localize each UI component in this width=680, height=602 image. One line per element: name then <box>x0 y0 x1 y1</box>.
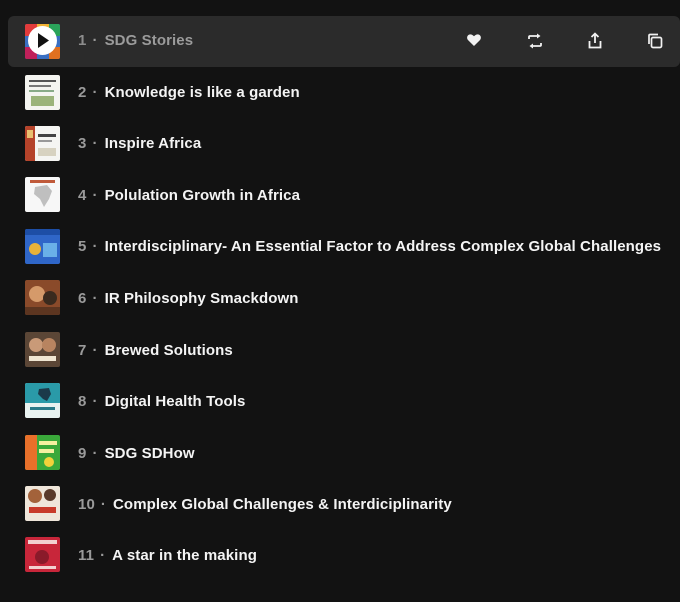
track-title-line[interactable]: 3 · Inspire Africa <box>78 135 201 152</box>
track-row[interactable]: 11 · A star in the making <box>8 529 680 580</box>
play-icon <box>38 33 49 48</box>
track-artwork[interactable] <box>25 126 60 161</box>
separator: · <box>92 393 98 410</box>
share-icon <box>588 32 602 49</box>
track-title-line[interactable]: 11 · A star in the making <box>78 547 257 564</box>
track-title[interactable]: Knowledge is like a garden <box>105 84 300 101</box>
track-title[interactable]: Digital Health Tools <box>105 393 246 410</box>
separator: · <box>92 187 98 204</box>
track-title-line[interactable]: 9 · SDG SDHow <box>78 445 195 462</box>
track-title[interactable]: A star in the making <box>112 547 257 564</box>
track-title[interactable]: Interdisciplinary- An Essential Factor t… <box>105 238 662 255</box>
track-number: 2 <box>78 84 87 101</box>
track-artwork[interactable] <box>25 75 60 110</box>
share-button[interactable] <box>586 32 604 50</box>
track-number: 1 <box>78 32 87 49</box>
track-row[interactable]: 10 · Complex Global Challenges & Interdici… <box>8 478 680 529</box>
repost-icon <box>528 33 542 49</box>
track-row[interactable]: 9 · SDG SDHow <box>8 427 680 478</box>
copy-icon <box>648 33 663 49</box>
track-artwork[interactable] <box>25 486 60 521</box>
track-title-line[interactable]: 2 · Knowledge is like a garden <box>78 84 300 101</box>
track-row[interactable]: 3 · Inspire Africa <box>8 118 680 169</box>
track-title[interactable]: Complex Global Challenges & Interdicipli… <box>113 496 452 513</box>
heart-icon <box>467 34 481 46</box>
track-artwork[interactable] <box>25 435 60 470</box>
track-title-line[interactable]: 6 · IR Philosophy Smackdown <box>78 290 299 307</box>
separator: · <box>92 342 98 359</box>
separator: · <box>92 32 98 49</box>
separator: · <box>100 496 106 513</box>
track-row[interactable]: 4 · Polulation Growth in Africa <box>8 169 680 220</box>
separator: · <box>92 84 98 101</box>
separator: · <box>92 135 98 152</box>
track-artwork[interactable] <box>25 177 60 212</box>
track-number: 8 <box>78 393 87 410</box>
track-row[interactable]: 6 · IR Philosophy Smackdown <box>8 272 680 323</box>
track-title-line[interactable]: 5 · Interdisciplinary- An Essential Factor… <box>78 238 661 255</box>
track-number: 9 <box>78 445 87 462</box>
track-title[interactable]: SDG SDHow <box>105 445 195 462</box>
track-title-line[interactable]: 4 · Polulation Growth in Africa <box>78 187 300 204</box>
track-title[interactable]: Brewed Solutions <box>105 342 233 359</box>
track-row[interactable]: 5 · Interdisciplinary- An Essential Factor… <box>8 221 680 272</box>
track-artwork[interactable] <box>25 537 60 572</box>
track-row[interactable]: 7 · Brewed Solutions <box>8 324 680 375</box>
track-number: 3 <box>78 135 87 152</box>
track-number: 7 <box>78 342 87 359</box>
track-title[interactable]: Polulation Growth in Africa <box>105 187 300 204</box>
track-title[interactable]: SDG Stories <box>105 32 194 49</box>
track-row[interactable]: 8 · Digital Health Tools <box>8 375 680 426</box>
track-artwork[interactable] <box>25 280 60 315</box>
repost-button[interactable] <box>526 32 544 50</box>
track-title[interactable]: Inspire Africa <box>105 135 202 152</box>
separator: · <box>100 547 106 564</box>
track-title-line[interactable]: 8 · Digital Health Tools <box>78 393 245 410</box>
track-title-line[interactable]: 10 · Complex Global Challenges & Interdici… <box>78 496 452 513</box>
track-number: 4 <box>78 187 87 204</box>
copy-button[interactable] <box>646 32 664 50</box>
track-number: 11 <box>78 547 95 564</box>
track-artwork[interactable] <box>25 383 60 418</box>
track-title[interactable]: IR Philosophy Smackdown <box>105 290 299 307</box>
separator: · <box>92 290 98 307</box>
track-artwork[interactable] <box>25 229 60 264</box>
separator: · <box>92 238 98 255</box>
track-number: 10 <box>78 496 95 513</box>
track-row[interactable]: 1 · SDG Stories <box>8 16 680 67</box>
track-title-line[interactable]: 1 · SDG Stories <box>78 32 193 49</box>
separator: · <box>92 445 98 462</box>
track-number: 5 <box>78 238 87 255</box>
track-row[interactable]: 2 · Knowledge is like a garden <box>8 67 680 118</box>
track-number: 6 <box>78 290 87 307</box>
like-button[interactable] <box>466 32 484 50</box>
play-button[interactable] <box>28 26 57 55</box>
track-artwork[interactable] <box>25 332 60 367</box>
track-title-line[interactable]: 7 · Brewed Solutions <box>78 342 233 359</box>
